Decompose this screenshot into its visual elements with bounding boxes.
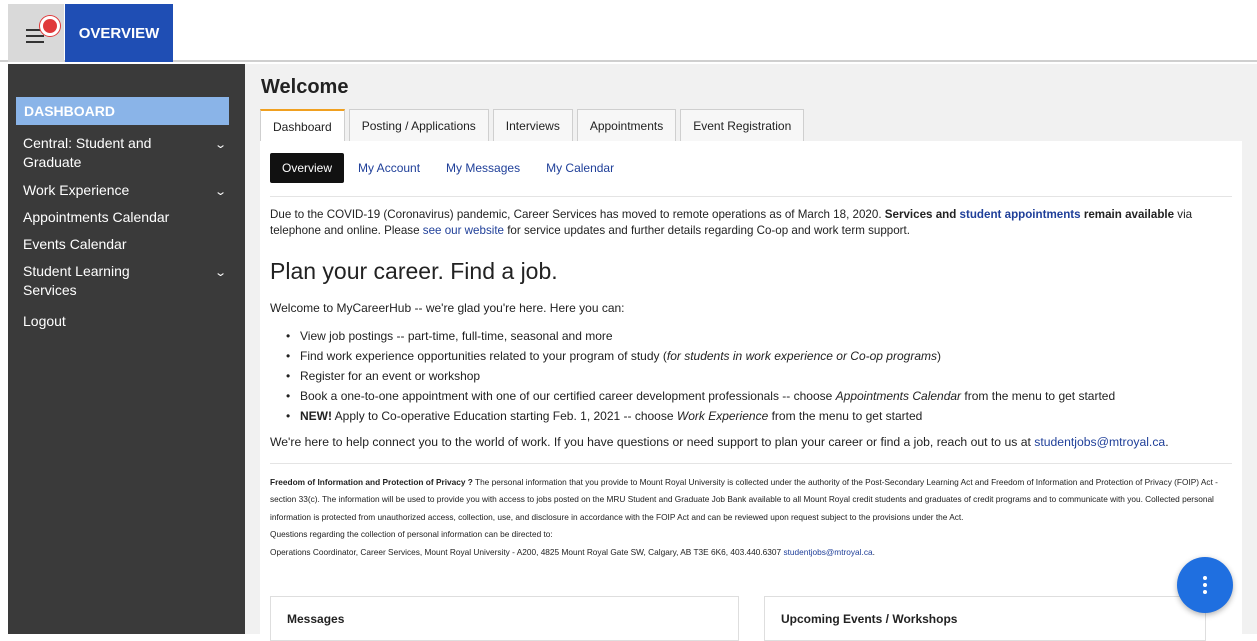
covid-bold-text: Services and [884,208,960,221]
list-item: Find work experience opportunities relat… [286,346,1226,366]
tab-posting-applications[interactable]: Posting / Applications [348,109,489,141]
notification-dot-icon [40,16,60,36]
covid-notice: Due to the COVID-19 (Coronavirus) pandem… [270,207,1235,239]
events-card-title: Upcoming Events / Workshops [781,612,958,626]
covid-text: Due to the COVID-19 (Coronavirus) pandem… [270,208,885,221]
chevron-down-icon: ⌄ [213,139,227,151]
headline: Plan your career. Find a job. [270,258,558,284]
foip-title: Freedom of Information and Protection of… [270,477,473,487]
divider [270,196,1232,197]
feature-list: View job postings -- part-time, full-tim… [286,326,1226,426]
menu-button[interactable] [8,4,64,62]
subtab-my-calendar[interactable]: My Calendar [546,161,614,175]
subtab-bar: Overview My Account My Messages My Calen… [270,153,640,183]
help-text: We're here to help connect you to the wo… [270,435,1169,449]
sidebar-item-work-experience[interactable]: Work Experience ⌄ [23,181,227,200]
subtab-overview[interactable]: Overview [270,153,345,183]
student-appointments-link[interactable]: student appointments [960,208,1081,221]
sidebar: DASHBOARD Central: Student and Graduate … [8,64,245,634]
list-item: Register for an event or workshop [286,366,1226,386]
sidebar-item-events-calendar[interactable]: Events Calendar [23,235,213,254]
top-bar: OVERVIEW [0,0,1257,62]
sidebar-item-label: Central: Student and Graduate [23,135,152,170]
sidebar-item-label: Work Experience [23,182,130,198]
covid-text: for service updates and further details … [503,224,910,237]
tab-bar: Dashboard Posting / Applications Intervi… [260,109,808,141]
tab-appointments[interactable]: Appointments [576,109,677,141]
divider [270,463,1232,464]
messages-card-title: Messages [287,612,345,626]
subtab-my-messages[interactable]: My Messages [446,161,520,175]
sidebar-item-label: Events Calendar [23,236,127,252]
list-item: View job postings -- part-time, full-tim… [286,326,1226,346]
messages-card: Messages [270,596,739,641]
more-vertical-icon[interactable] [1177,557,1233,613]
page-title: Welcome [261,76,349,98]
tab-interviews[interactable]: Interviews [492,109,573,141]
events-card: Upcoming Events / Workshops [764,596,1206,641]
intro-text: Welcome to MyCareerHub -- we're glad you… [270,301,625,315]
list-item: Book a one-to-one appointment with one o… [286,386,1226,406]
sidebar-item-appointments-calendar[interactable]: Appointments Calendar [23,208,213,227]
tab-event-registration[interactable]: Event Registration [680,109,805,141]
sidebar-item-central-student-graduate[interactable]: Central: Student and Graduate ⌄ [23,134,227,172]
tab-dashboard[interactable]: Dashboard [260,109,345,141]
foip-contact: Operations Coordinator, Career Services,… [270,546,784,557]
overview-tab[interactable]: OVERVIEW [65,4,173,62]
foip-notice: Freedom of Information and Protection of… [270,477,1218,557]
sidebar-item-logout[interactable]: Logout [23,312,213,331]
list-item: NEW! Apply to Co-operative Education sta… [286,406,1226,426]
sidebar-item-dashboard[interactable]: DASHBOARD [16,97,229,125]
main-content: Welcome Dashboard Posting / Applications… [245,64,1257,641]
foip-questions: Questions regarding the collection of pe… [270,529,553,540]
sidebar-item-label: Logout [23,313,66,329]
covid-bold-text: remain available [1080,208,1175,221]
sidebar-item-label: Student Learning Services [23,263,130,298]
our-website-link[interactable]: see our website [423,224,504,237]
dashboard-panel: Overview My Account My Messages My Calen… [260,141,1242,641]
sidebar-item-label: Appointments Calendar [23,209,170,225]
chevron-down-icon: ⌄ [213,186,227,198]
subtab-my-account[interactable]: My Account [358,161,420,175]
foip-email-link[interactable]: studentjobs@mtroyal.ca [783,547,872,557]
studentjobs-email-link[interactable]: studentjobs@mtroyal.ca [1034,435,1165,449]
sidebar-item-student-learning-services[interactable]: Student Learning Services ⌄ [23,262,227,300]
chevron-down-icon: ⌄ [213,267,227,279]
